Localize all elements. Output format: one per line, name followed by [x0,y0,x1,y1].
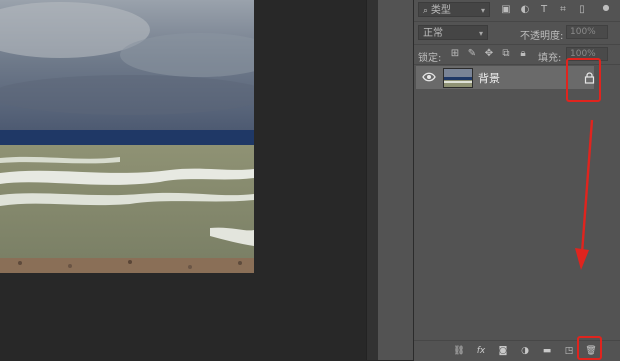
panel-dock-strip [378,0,414,360]
link-icon[interactable]: ⛓ [452,345,466,357]
fill-label: 填充: [538,53,562,64]
opacity-field[interactable]: 100% [566,25,608,39]
fx-icon[interactable]: fx [474,345,488,357]
canvas-workspace[interactable] [0,0,366,360]
lock-position-icon[interactable]: ✥ [483,48,495,60]
new-layer-icon[interactable]: ◳ [562,345,576,357]
divider [414,44,620,45]
type-filter-icon[interactable]: T [538,4,550,16]
layer-filter-dropdown[interactable]: ⌕ 类型 ▾ [418,2,490,17]
chevron-down-icon: ▾ [480,6,485,15]
smart-object-filter-icon[interactable]: ▯ [576,4,588,16]
layer-thumbnail [443,68,473,88]
opacity-value: 100% [570,27,596,37]
eye-icon[interactable] [422,71,436,83]
image-filter-icon[interactable]: ▣ [500,4,512,16]
blend-mode-value: 正常 [423,28,443,39]
layer-name[interactable]: 背景 [478,70,500,86]
adjustment-icon[interactable]: ◑ [518,345,532,357]
chevron-down-icon: ▾ [478,29,483,38]
adjustment-filter-icon[interactable]: ◐ [519,4,531,16]
lock-highlight-box [566,58,601,102]
filter-value: 类型 [430,5,451,16]
lock-all-icon[interactable]: 🔒︎ [517,48,529,60]
divider [414,21,620,22]
filter-toggle-icon[interactable]: ● [600,2,612,14]
document-image[interactable] [0,0,254,273]
search-icon: ⌕ [423,6,431,16]
lock-label: 锁定: [418,53,442,64]
trash-highlight-box [577,336,602,360]
lock-transparent-pixels-icon[interactable]: ⊞ [449,48,461,60]
mask-icon[interactable]: ◙ [496,345,510,357]
shape-filter-icon[interactable]: ⌗ [557,4,569,16]
red-arrow-icon [575,119,594,270]
lock-image-pixels-icon[interactable]: ✎ [466,48,478,60]
blend-mode-dropdown[interactable]: 正常 ▾ [418,25,488,40]
folder-icon[interactable]: ▬ [540,345,554,357]
opacity-label: 不透明度: [520,31,564,42]
artboard-lock-icon[interactable]: ⧉ [500,48,512,60]
